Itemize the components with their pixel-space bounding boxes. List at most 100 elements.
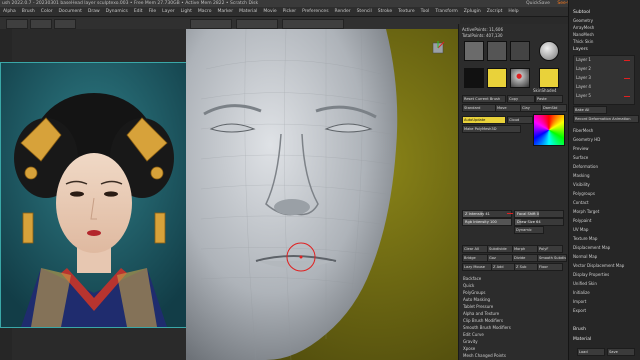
- brush-move[interactable]: Move: [495, 104, 521, 112]
- list-item[interactable]: Xpose: [463, 346, 475, 351]
- divide-button[interactable]: Divide: [512, 254, 538, 262]
- toolbar-button[interactable]: [54, 19, 76, 29]
- list-item[interactable]: Masking: [573, 173, 590, 178]
- brush-palette-header[interactable]: Brush: [573, 327, 586, 332]
- list-item[interactable]: Displacement Map: [573, 245, 610, 250]
- list-item[interactable]: Deformation: [573, 164, 598, 169]
- bridge-button[interactable]: Bridge: [462, 254, 488, 262]
- focal-shift-slider[interactable]: Focal Shift 0: [514, 210, 564, 218]
- list-item[interactable]: Texture Map: [573, 236, 597, 241]
- rgb-intensity-slider[interactable]: Rgb Intensity 100: [462, 218, 512, 226]
- menu-item[interactable]: Movie: [263, 7, 276, 16]
- zadd-button[interactable]: Z Add: [491, 263, 515, 271]
- list-item[interactable]: Normal Map: [573, 254, 597, 259]
- texture-thumbnail[interactable]: [510, 68, 530, 88]
- menu-item[interactable]: Brush: [22, 7, 35, 16]
- menu-item[interactable]: Texture: [398, 7, 414, 16]
- menu-item[interactable]: Edit: [134, 7, 143, 16]
- goz-button[interactable]: Goz: [487, 254, 513, 262]
- menu-item[interactable]: Picker: [283, 7, 296, 16]
- paste-button[interactable]: Paste: [535, 95, 563, 103]
- menu-item[interactable]: Light: [181, 7, 192, 16]
- list-item[interactable]: Initialize: [573, 290, 590, 295]
- zsub-button[interactable]: Z Sub: [514, 263, 538, 271]
- list-item[interactable]: Display Properties: [573, 272, 609, 277]
- menu-item[interactable]: Render: [335, 7, 351, 16]
- menu-item[interactable]: Document: [59, 7, 82, 16]
- material-palette-header[interactable]: Material: [573, 337, 591, 342]
- floor-button[interactable]: Floor: [537, 263, 563, 271]
- subtool-header[interactable]: Subtool: [573, 10, 590, 15]
- menu-item[interactable]: File: [149, 7, 157, 16]
- list-item[interactable]: Quick: [463, 283, 474, 288]
- tool-thumbnail[interactable]: [464, 41, 484, 61]
- menu-item[interactable]: Draw: [88, 7, 100, 16]
- list-item[interactable]: NanoMesh: [573, 32, 594, 37]
- list-item[interactable]: Alpha and Texture: [463, 311, 499, 316]
- list-item[interactable]: Smooth Brush Modifiers: [463, 325, 511, 330]
- list-item[interactable]: Import: [573, 299, 586, 304]
- toolbar-button[interactable]: [282, 19, 344, 29]
- brush-damstandard[interactable]: DamStd: [541, 104, 567, 112]
- tool-thumbnail[interactable]: [510, 41, 530, 61]
- layer-item[interactable]: Layer 4: [576, 84, 591, 89]
- list-item[interactable]: Auto Masking: [463, 297, 490, 302]
- menu-item[interactable]: Preferences: [302, 7, 328, 16]
- list-item[interactable]: PolyGroups: [463, 290, 485, 295]
- list-item[interactable]: Gravity: [463, 339, 478, 344]
- list-item[interactable]: Edit Curve: [463, 332, 484, 337]
- save-button[interactable]: Save: [607, 348, 635, 356]
- load-button[interactable]: Load: [577, 348, 605, 356]
- menu-item[interactable]: Zplugin: [464, 7, 481, 16]
- menu-item[interactable]: Marker: [218, 7, 234, 16]
- brush-standard[interactable]: Standard: [462, 104, 496, 112]
- reset-brush-button[interactable]: Reset Current Brush: [462, 95, 506, 103]
- menu-item[interactable]: Layer: [162, 7, 175, 16]
- make-polymesh-button[interactable]: Make PolyMesh3D: [462, 125, 521, 133]
- quicksave-button[interactable]: QuickSave: [526, 0, 550, 7]
- lazy-mouse-button[interactable]: Lazy Mouse: [462, 263, 492, 271]
- list-item[interactable]: Surface: [573, 155, 588, 160]
- orientation-gizmo[interactable]: [430, 40, 446, 56]
- layer-item[interactable]: Layer 5: [576, 93, 591, 98]
- list-item[interactable]: Thick Skin: [573, 39, 593, 44]
- list-item[interactable]: Morph Target: [573, 209, 599, 214]
- list-item[interactable]: Visibility: [573, 182, 590, 187]
- clear-all-button[interactable]: Clear All: [462, 245, 488, 253]
- list-item[interactable]: ArrayMesh: [573, 25, 594, 30]
- brush-clay[interactable]: Clay: [520, 104, 542, 112]
- menu-item[interactable]: Tool: [421, 7, 430, 16]
- list-item[interactable]: Unified Skin: [573, 281, 597, 286]
- menu-item[interactable]: Zscript: [487, 7, 503, 16]
- auto-update-button[interactable]: AutoUpdate: [462, 116, 506, 124]
- draw-size-slider[interactable]: Draw Size 64: [514, 218, 564, 226]
- list-item[interactable]: Polypaint: [573, 218, 591, 223]
- list-item[interactable]: Tablet Pressure: [463, 304, 493, 309]
- layer-item[interactable]: Layer 3: [576, 75, 591, 80]
- menu-item[interactable]: Stroke: [378, 7, 392, 16]
- list-item[interactable]: Geometry: [573, 18, 593, 23]
- smooth-subdiv-button[interactable]: Smooth Subdiv: [537, 254, 567, 262]
- copy-button[interactable]: Copy: [507, 95, 535, 103]
- list-item[interactable]: Polygroups: [573, 191, 595, 196]
- list-item[interactable]: Mesh Changed Points: [463, 353, 506, 358]
- skinshade-thumbnail[interactable]: [539, 68, 559, 88]
- list-item[interactable]: Preview: [573, 146, 589, 151]
- list-item[interactable]: Geometry HD: [573, 137, 600, 142]
- z-intensity-slider[interactable]: Z Intensity 41: [462, 210, 512, 218]
- menu-item[interactable]: Color: [41, 7, 53, 16]
- record-deformation-button[interactable]: Record Deformation Animation: [573, 115, 639, 123]
- toolbar-button[interactable]: [6, 19, 28, 29]
- dynamic-button[interactable]: Dynamic: [514, 226, 544, 234]
- menu-item[interactable]: Macro: [198, 7, 212, 16]
- menu-item[interactable]: Help: [508, 7, 518, 16]
- list-item[interactable]: UV Map: [573, 227, 588, 232]
- subdivide-button[interactable]: Subdivide: [487, 245, 513, 253]
- material-sphere[interactable]: [539, 41, 559, 61]
- cloud-button[interactable]: Cloud: [507, 116, 533, 124]
- menu-item[interactable]: Material: [239, 7, 257, 16]
- toolbar-button[interactable]: [190, 19, 232, 29]
- layer-item[interactable]: Layer 1: [576, 57, 591, 62]
- layer-item[interactable]: Layer 2: [576, 66, 591, 71]
- list-item[interactable]: Export: [573, 308, 586, 313]
